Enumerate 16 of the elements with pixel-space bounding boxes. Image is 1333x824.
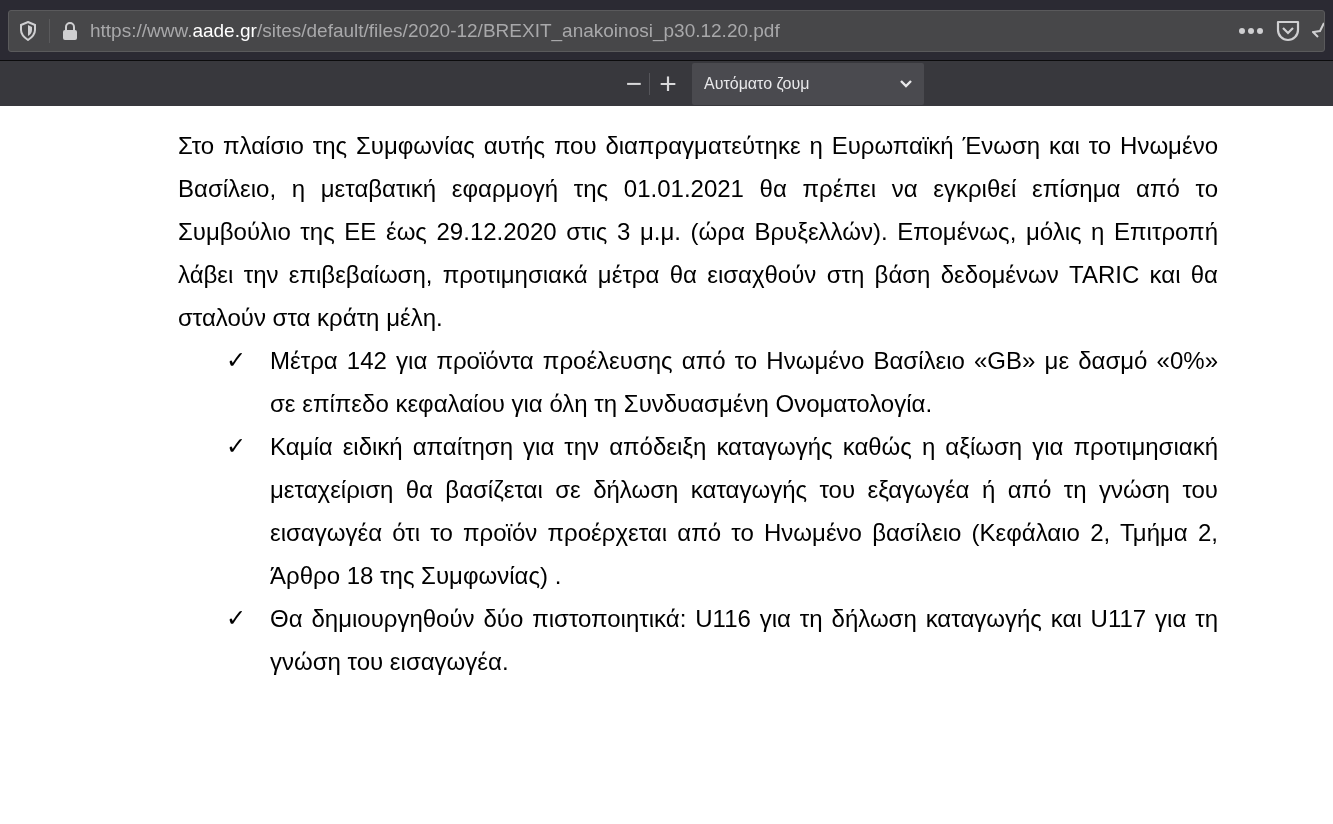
more-icon[interactable] — [1238, 27, 1264, 35]
zoom-select[interactable]: Αυτόματο ζουμ — [692, 62, 924, 105]
shield-icon[interactable] — [19, 21, 37, 41]
check-mark: ✓ — [226, 345, 248, 376]
bullet-text: Καμία ειδική απαίτηση για την απόδειξη καταγωγής καθώς η αξίωση για προτιμησιακή μεταχείριση θα βασίζεται σε δήλωση καταγωγής του εξαγωγέα ή από τη γνώση του εισαγωγέα ότι το προϊόν προέρχεται από το Ηνωμένο βασίλειο (Κεφάλαιο 2, Τμήμα 2, Άρθρο 18 της Συμφωνίας) . — [270, 432, 1218, 591]
pocket-icon[interactable] — [1276, 20, 1300, 42]
check-mark: ✓ — [226, 431, 248, 462]
bullet-text: Θα δημιουργηθούν δύο πιστοποιητικά: U116 για τη δήλωση καταγωγής και U117 για τη γνώση του εισαγωγέα. — [270, 604, 1218, 677]
chevron-icon — [900, 79, 912, 88]
zoom-out-button[interactable]: − — [619, 67, 649, 100]
paragraph: Στο πλαίσιο της Συμφωνίας αυτής που διαπραγματεύτηκε η Ευρωπαϊκή Ένωση και το Ηνωμένο Βασίλειο, η μεταβατική εφαρμογή της 01.01.2021 θα πρέπει να εγκριθεί επίσημα από το Συμβούλιο της ΕΕ έως 29.12.2020 στις 3 μ.μ. (ώρα Βρυξελλών). Επομένως, μόλις η Επιτροπή λάβει την επιβεβαίωση, προτιμησιακά μέτρα θα εισαχθούν στη βάση δεδομένων TARIC και θα σταλούν στα κράτη μέλη. — [178, 131, 1218, 333]
lock-icon[interactable] — [62, 21, 78, 41]
zoom-in-button[interactable]: + — [650, 67, 686, 100]
check-mark: ✓ — [226, 603, 248, 634]
address-bar[interactable]: https://www.aade.gr/sites/default/files/2020-12/BREXIT_anakoinosi_p30.12.20.pdf — [8, 10, 1325, 52]
bullet-text: Μέτρα 142 για προϊόντα προέλευσης από το Ηνωμένο Βασίλειο «GB» με δασμό «0%» σε επίπεδο κεφαλαίου για όλη τη Συνδυασμένη Ονοματολογία. — [270, 346, 1218, 419]
